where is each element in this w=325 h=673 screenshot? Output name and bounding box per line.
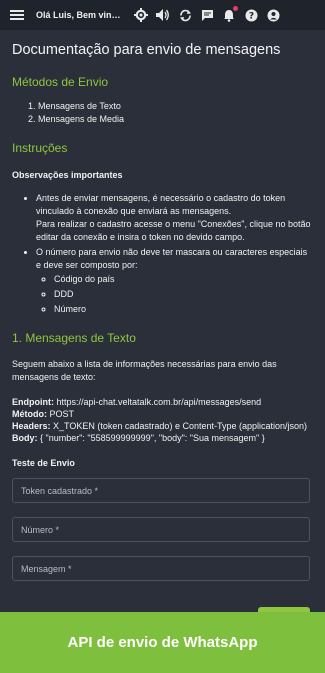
greeting-text: Olá Luis, Bem vindo(a) bbox=[36, 10, 124, 20]
banner-text: API de envio de WhatsApp bbox=[67, 634, 258, 651]
volume-icon[interactable] bbox=[152, 4, 174, 26]
text-section-intro: Seguem abaixo a lista de informações nec… bbox=[12, 359, 277, 382]
list-item: Mensagens de Media bbox=[38, 113, 313, 126]
obs1-line1: Antes de enviar mensagens, é necessário … bbox=[36, 193, 286, 216]
menu-icon[interactable] bbox=[6, 4, 28, 26]
list-item: O número para envio não deve ter mascara… bbox=[36, 246, 313, 316]
list-item: DDD bbox=[54, 288, 313, 301]
token-field[interactable]: Token cadastrado * bbox=[12, 478, 310, 503]
observations-list: Antes de enviar mensagens, é necessário … bbox=[12, 192, 313, 316]
body-value: { "number": "558599999999", "body": "Sua… bbox=[40, 433, 265, 443]
text-section-heading: 1. Mensagens de Texto bbox=[12, 331, 136, 345]
obs2-text: O número para envio não deve ter mascara… bbox=[36, 247, 308, 270]
headers-label: Headers: bbox=[12, 421, 51, 431]
chat-icon[interactable] bbox=[196, 4, 218, 26]
bell-icon[interactable] bbox=[218, 4, 240, 26]
observations-label: Observações importantes bbox=[12, 170, 123, 180]
method-value: POST bbox=[49, 409, 75, 419]
endpoint-label: Endpoint: bbox=[12, 397, 54, 407]
list-item: Mensagens de Texto bbox=[38, 100, 313, 113]
list-item: Antes de enviar mensagens, é necessário … bbox=[36, 192, 313, 244]
obs1-line2: Para realizar o cadastro acesse o menu "… bbox=[36, 219, 311, 242]
methods-heading: Métodos de Envio bbox=[12, 75, 109, 89]
refresh-icon[interactable] bbox=[174, 4, 196, 26]
message-placeholder: Mensagem * bbox=[21, 563, 72, 574]
method-label: Método: bbox=[12, 409, 47, 419]
number-field[interactable]: Número * bbox=[12, 517, 310, 542]
instructions-heading: Instruções bbox=[12, 141, 68, 155]
list-item: Código do país bbox=[54, 273, 313, 286]
main-content: Documentação para envio de mensagens Mét… bbox=[0, 30, 325, 610]
list-item: Número bbox=[54, 303, 313, 316]
body-label: Body: bbox=[12, 433, 38, 443]
help-icon[interactable]: ? bbox=[240, 4, 262, 26]
message-field[interactable]: Mensagem * bbox=[12, 556, 310, 581]
settings-icon[interactable] bbox=[130, 4, 152, 26]
test-label: Teste de Envio bbox=[12, 458, 75, 468]
account-icon[interactable] bbox=[262, 4, 284, 26]
number-placeholder: Número * bbox=[21, 524, 60, 535]
api-info-block: Endpoint: https://api-chat.veltatalk.com… bbox=[12, 396, 313, 444]
endpoint-value: https://api-chat.veltatalk.com.br/api/me… bbox=[56, 397, 262, 407]
number-parts-list: Código do país DDD Número bbox=[36, 273, 313, 316]
promo-banner: API de envio de WhatsApp bbox=[0, 612, 325, 673]
token-placeholder: Token cadastrado * bbox=[21, 485, 99, 496]
notification-dot bbox=[233, 6, 238, 11]
page-title: Documentação para envio de mensagens bbox=[12, 42, 281, 58]
top-app-bar: Olá Luis, Bem vindo(a) ? bbox=[0, 0, 325, 30]
svg-text:?: ? bbox=[248, 11, 253, 21]
methods-list: Mensagens de Texto Mensagens de Media bbox=[12, 100, 313, 126]
headers-value: X_TOKEN (token cadastrado) e Content-Typ… bbox=[53, 421, 308, 431]
